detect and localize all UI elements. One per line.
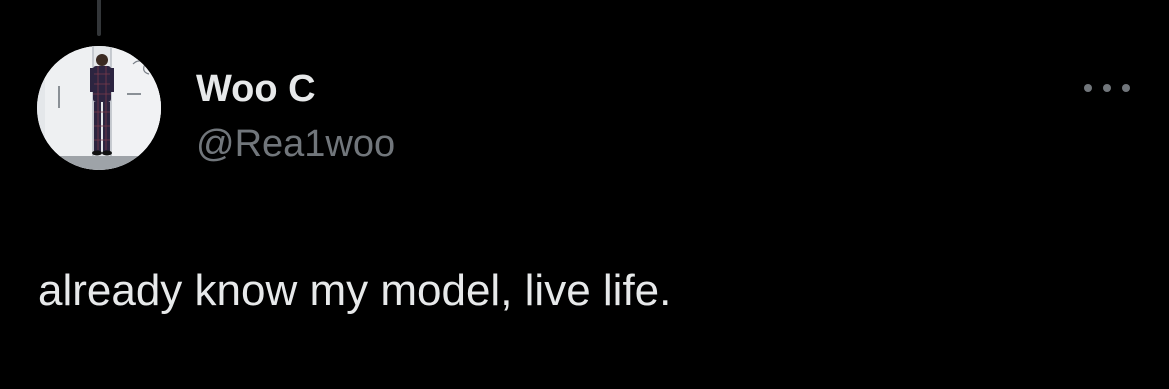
more-horizontal-icon — [1084, 84, 1092, 92]
more-horizontal-icon — [1122, 84, 1130, 92]
author-avatar[interactable] — [37, 46, 161, 170]
avatar-photo-icon — [37, 46, 161, 170]
author-handle[interactable]: @Rea1woo — [196, 121, 395, 167]
more-options-button[interactable] — [1084, 76, 1130, 100]
more-horizontal-icon — [1103, 84, 1111, 92]
author-display-name[interactable]: Woo C — [196, 66, 316, 112]
tweet-text: already know my model, live life. — [38, 266, 672, 315]
thread-connector-line — [97, 0, 101, 36]
